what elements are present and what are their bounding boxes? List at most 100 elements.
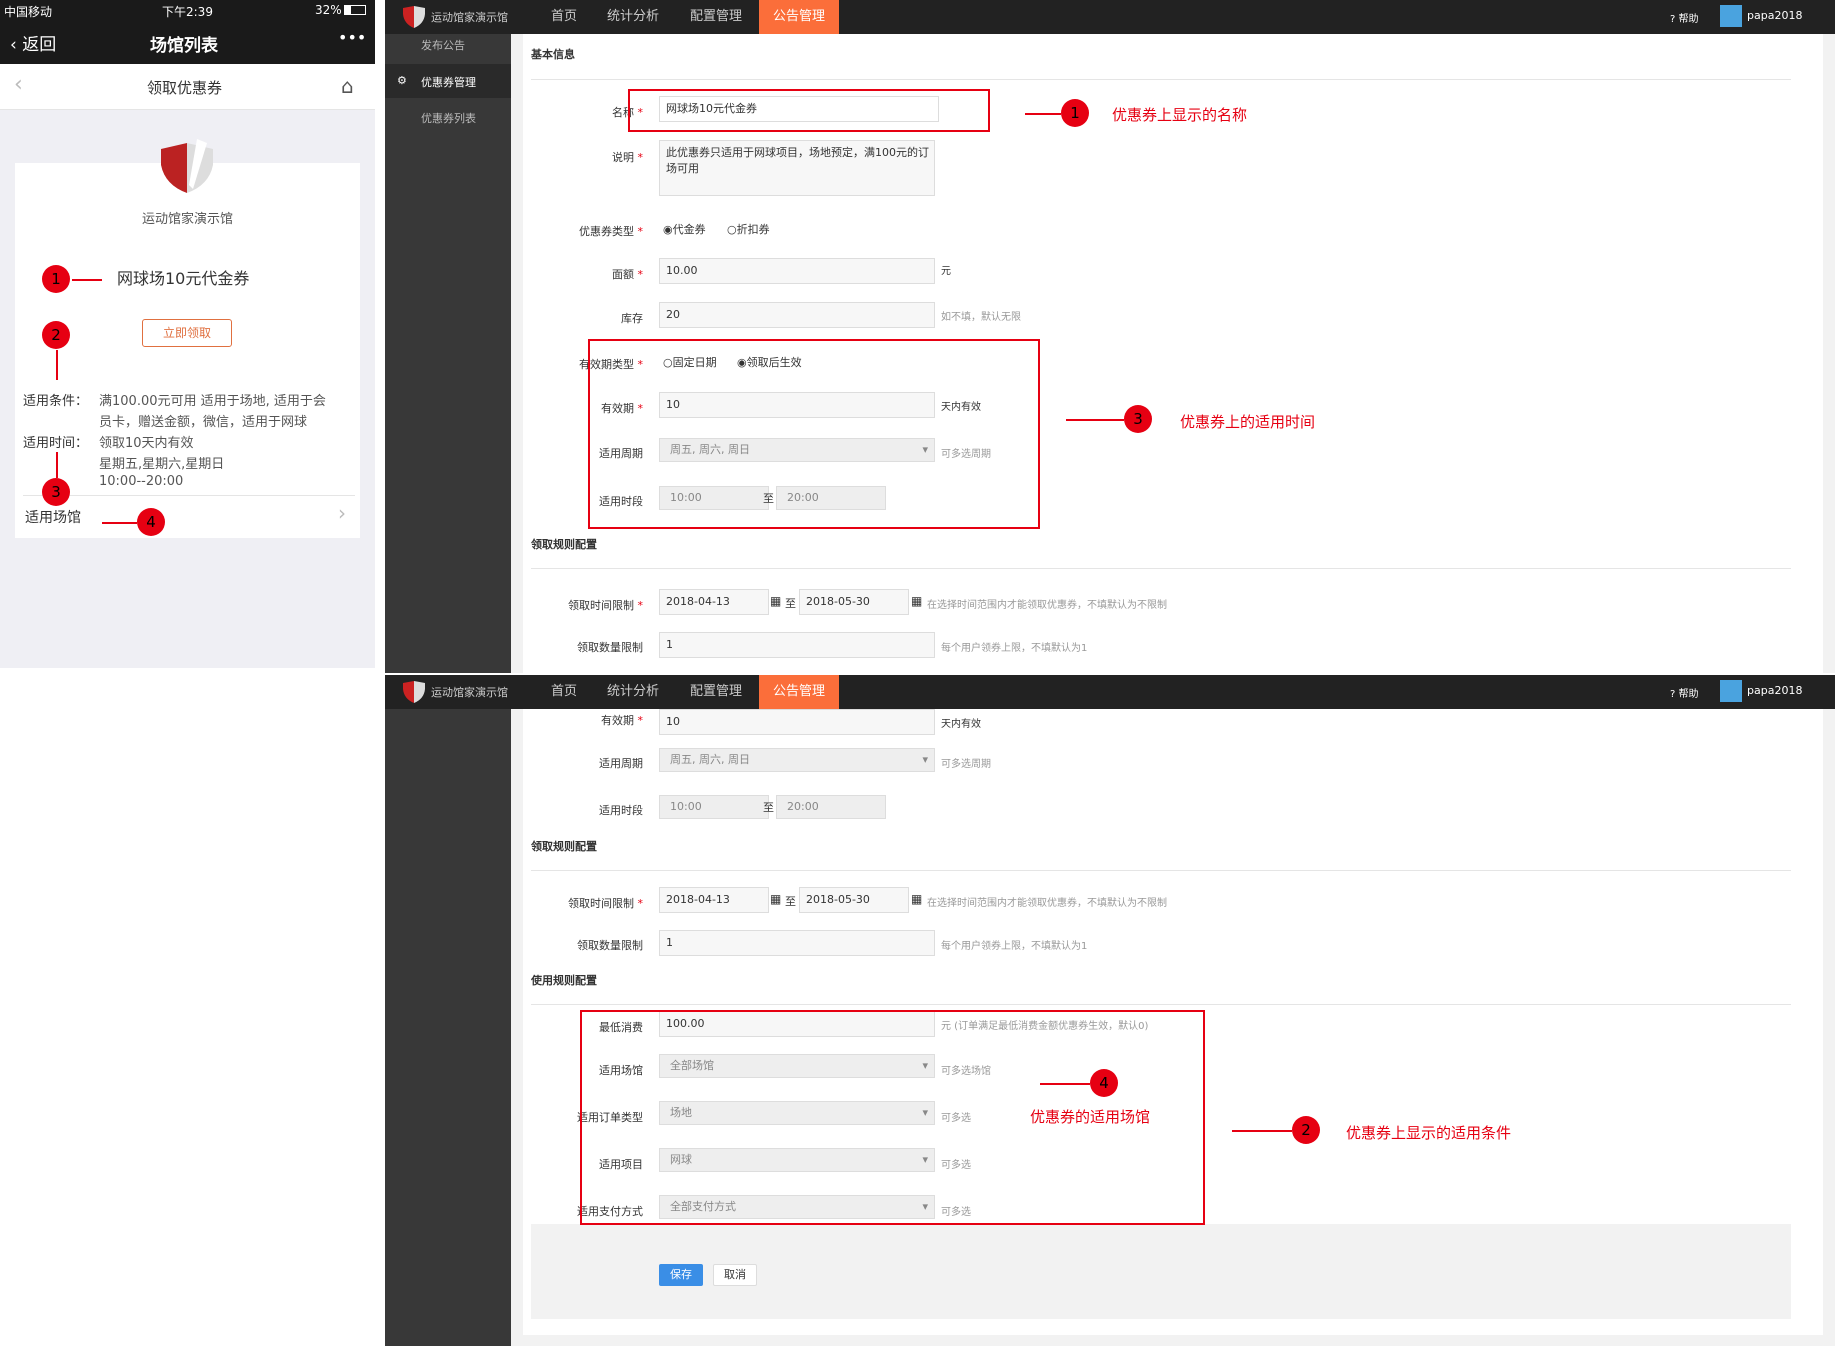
time-text-2: 星期五,星期六,星期日: [99, 457, 225, 472]
label-claim-qty: 领取数量限制: [577, 641, 643, 654]
highlight-name: [628, 89, 990, 132]
nav-title: 场馆列表: [150, 36, 218, 56]
time-text-3: 10:00--20:00: [99, 474, 184, 489]
nav-notice[interactable]: 公告管理: [759, 0, 840, 34]
back-button[interactable]: ‹ 返回: [10, 30, 56, 55]
stock-hint: 如不填，默认无限: [941, 312, 1021, 323]
claim-button[interactable]: 立即领取: [142, 319, 232, 347]
amount-input[interactable]: 10.00: [659, 258, 935, 284]
radio-discount[interactable]: ○折扣券: [727, 221, 770, 237]
marker-1: 1: [1061, 99, 1089, 127]
coupon-card: 运动馆家演示馆 网球场10元代金券 立即领取 适用条件： 满100.00元可用 …: [15, 139, 360, 538]
brand-logo: [403, 681, 425, 703]
gear-icon: ⚙: [397, 74, 407, 87]
avatar[interactable]: [1720, 680, 1742, 702]
home-icon[interactable]: ⌂: [341, 74, 354, 98]
claim-date-to[interactable]: 2018-05-30: [799, 887, 909, 913]
desc-textarea[interactable]: 此优惠券只适用于网球项目，场地预定，满100元的订场可用: [659, 140, 935, 196]
admin-screen-2: 运动馆家演示馆 首页 统计分析 配置管理 公告管理 ? 帮助 papa2018 …: [385, 675, 1835, 1346]
calendar-icon[interactable]: ▦: [770, 594, 781, 608]
help-link[interactable]: ? 帮助: [1670, 685, 1699, 700]
arrow: [102, 522, 137, 524]
label-valid: 有效期 *: [601, 714, 643, 727]
user-name[interactable]: papa2018: [1747, 684, 1802, 697]
divider: [531, 870, 1791, 871]
stock-input[interactable]: 20: [659, 302, 935, 328]
top-nav: 运动馆家演示馆 首页 统计分析 配置管理 公告管理 ? 帮助 papa2018: [385, 0, 1835, 34]
help-link[interactable]: ? 帮助: [1670, 10, 1699, 25]
carrier: 中国移动: [4, 5, 53, 19]
venue-logo: [161, 139, 213, 193]
claim-date-from[interactable]: 2018-04-13: [659, 887, 769, 913]
nav-config[interactable]: 配置管理: [676, 0, 756, 34]
claim-qty-input[interactable]: 1: [659, 930, 935, 956]
week-select[interactable]: 周五, 周六, 周日 ▾: [659, 748, 935, 772]
sidebar-item-coupon-mgmt[interactable]: ⚙ 优惠券管理: [385, 64, 511, 98]
brand-logo: [403, 6, 425, 28]
sidebar: [385, 709, 511, 1346]
nav-config[interactable]: 配置管理: [676, 675, 756, 709]
claim-qty-input[interactable]: 1: [659, 632, 935, 658]
cancel-button[interactable]: 取消: [713, 1264, 757, 1286]
clock: 下午2:39: [162, 5, 213, 19]
annotation-time: 优惠券上的适用时间: [1180, 413, 1316, 431]
venue-name: 运动馆家演示馆: [141, 212, 233, 227]
arrow: [1040, 1083, 1090, 1085]
annotation-conditions: 优惠券上显示的适用条件: [1346, 1124, 1512, 1142]
brand-name: 运动馆家演示馆: [431, 686, 508, 699]
cond-text-1: 满100.00元可用 适用于场地, 适用于会: [99, 394, 326, 409]
arrow: [56, 350, 58, 380]
brand-name: 运动馆家演示馆: [431, 11, 508, 24]
time-label: 适用时间：: [23, 436, 89, 451]
marker-2: 2: [1292, 1116, 1320, 1144]
chevron-left-icon[interactable]: ‹: [14, 72, 23, 97]
save-button[interactable]: 保存: [659, 1264, 703, 1286]
avatar[interactable]: [1720, 5, 1742, 27]
sidebar-item-publish[interactable]: 发布公告: [421, 37, 465, 53]
chevron-right-icon: ›: [338, 501, 346, 525]
section-claim: 领取规则配置: [531, 840, 597, 853]
nav-notice[interactable]: 公告管理: [759, 675, 840, 709]
valid-input[interactable]: 10: [659, 709, 935, 735]
claim-date-from[interactable]: 2018-04-13: [659, 589, 769, 615]
sidebar: 发布公告 ⚙ 优惠券管理 优惠券列表: [385, 34, 511, 673]
nav-home[interactable]: 首页: [537, 675, 591, 709]
label-desc: 说明 *: [612, 151, 643, 164]
top-nav: 运动馆家演示馆 首页 统计分析 配置管理 公告管理 ? 帮助 papa2018: [385, 675, 1835, 709]
divider: [23, 495, 355, 496]
user-name[interactable]: papa2018: [1747, 9, 1802, 22]
form-actions: 保存 取消: [531, 1224, 1791, 1319]
valid-unit: 天内有效: [941, 719, 981, 730]
nav-stats[interactable]: 统计分析: [593, 675, 673, 709]
marker-2: 2: [42, 321, 70, 349]
arrow: [1232, 1130, 1292, 1132]
sidebar-item-coupon-list[interactable]: 优惠券列表: [421, 110, 476, 126]
annotation-venue: 优惠券的适用场馆: [1030, 1108, 1151, 1126]
week-hint: 可多选周期: [941, 759, 991, 770]
venue-row[interactable]: 适用场馆 ›: [15, 497, 360, 537]
status-bar: 中国移动 下午2:39 32%: [0, 0, 375, 20]
to-select[interactable]: 20:00: [776, 795, 886, 819]
calendar-icon[interactable]: ▦: [770, 892, 781, 906]
claim-date-to[interactable]: 2018-05-30: [799, 589, 909, 615]
amount-unit: 元: [941, 266, 951, 277]
to-label: 至: [763, 801, 774, 814]
claim-qty-hint: 每个用户领券上限，不填默认为1: [941, 941, 1088, 952]
cond-label: 适用条件：: [23, 394, 89, 409]
marker-4: 4: [1090, 1069, 1118, 1097]
nav-home[interactable]: 首页: [537, 0, 591, 34]
phone-screen: 中国移动 下午2:39 32% ‹ 返回 场馆列表 ••• ‹ 领取优惠券 ⌂ …: [0, 0, 375, 668]
calendar-icon[interactable]: ▦: [911, 594, 922, 608]
calendar-icon[interactable]: ▦: [911, 892, 922, 906]
cond-text-2: 员卡，赠送金额，微信，适用于网球: [99, 415, 308, 430]
back-label: 返回: [22, 35, 57, 55]
coupon-name: 网球场10元代金券: [117, 269, 250, 288]
more-button[interactable]: •••: [338, 28, 366, 47]
section-use: 使用规则配置: [531, 974, 597, 987]
nav-stats[interactable]: 统计分析: [593, 0, 673, 34]
from-select[interactable]: 10:00: [659, 795, 769, 819]
radio-cash[interactable]: ◉代金券: [663, 221, 706, 237]
wechat-navbar: ‹ 返回 场馆列表 •••: [0, 20, 375, 64]
label-stock: 库存: [621, 312, 643, 325]
claim-time-hint: 在选择时间范围内才能领取优惠券，不填默认为不限制: [927, 898, 1167, 909]
